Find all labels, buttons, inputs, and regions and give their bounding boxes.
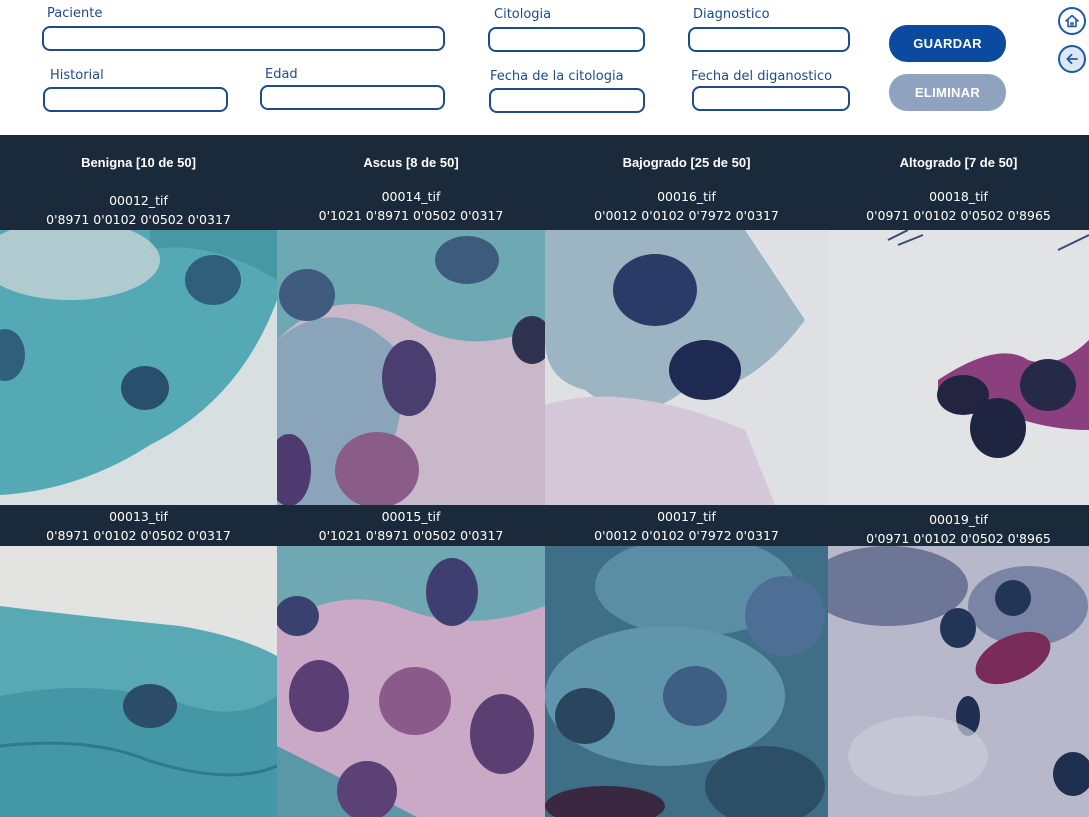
home-icon [1065, 14, 1079, 28]
cytology-image[interactable] [0, 230, 277, 505]
image-id: 00013_tif [109, 509, 168, 524]
image-scores: 0'8971 0'0102 0'0502 0'0317 [46, 212, 231, 227]
historial-label: Historial [50, 68, 104, 83]
fecha-citologia-label: Fecha de la citologia [490, 69, 624, 84]
image-caption: 00018_tif 0'0971 0'0102 0'0502 0'8965 [828, 187, 1089, 225]
fecha-diagnostico-input[interactable] [692, 86, 850, 111]
save-button[interactable]: GUARDAR [889, 25, 1006, 62]
citologia-input[interactable] [488, 27, 645, 52]
fecha-diagnostico-label: Fecha del diganostico [691, 69, 833, 84]
image-scores: 0'0971 0'0102 0'0502 0'8965 [866, 208, 1051, 223]
image-caption: 00015_tif 0'1021 0'8971 0'0502 0'0317 [277, 507, 545, 545]
image-id: 00019_tif [929, 512, 988, 527]
citologia-label: Citologia [494, 7, 552, 22]
results-grid: Benigna [10 de 50] Ascus [8 de 50] Bajog… [0, 135, 1089, 817]
diagnostico-label: Diagnostico [693, 7, 770, 22]
image-id: 00015_tif [381, 509, 441, 524]
column-header-ascus: Ascus [8 de 50] [363, 155, 459, 170]
edad-input[interactable] [260, 85, 445, 110]
image-scores: 0'8971 0'0102 0'0502 0'0317 [46, 528, 231, 543]
patient-form: Paciente Citologia Diagnostico Historial… [0, 0, 1089, 135]
column-header-bajogrado: Bajogrado [25 de 50] [622, 155, 751, 170]
image-scores: 0'1021 0'8971 0'0502 0'0317 [318, 528, 504, 543]
edad-label: Edad [265, 67, 298, 82]
cytology-image[interactable] [545, 546, 828, 817]
image-id: 00017_tif [657, 509, 716, 524]
delete-button[interactable]: ELIMINAR [889, 74, 1006, 111]
image-caption: 00016_tif 0'0012 0'0102 0'7972 0'0317 [545, 187, 828, 225]
image-scores: 0'0012 0'0102 0'7972 0'0317 [594, 528, 779, 543]
cytology-image[interactable] [0, 546, 277, 817]
image-caption: 00019_tif 0'0971 0'0102 0'0502 0'8965 [828, 510, 1089, 548]
cytology-image[interactable] [277, 230, 545, 505]
paciente-label: Paciente [47, 6, 103, 21]
paciente-input[interactable] [42, 26, 445, 51]
image-id: 00012_tif [109, 193, 168, 208]
image-scores: 0'1021 0'8971 0'0502 0'0317 [318, 208, 504, 223]
column-header-benigna: Benigna [10 de 50] [81, 155, 196, 170]
image-caption: 00017_tif 0'0012 0'0102 0'7972 0'0317 [545, 507, 828, 545]
cytology-image[interactable] [828, 546, 1089, 817]
column-header-altogrado: Altogrado [7 de 50] [899, 155, 1018, 170]
image-caption: 00013_tif 0'8971 0'0102 0'0502 0'0317 [0, 507, 277, 545]
home-button[interactable] [1058, 7, 1086, 35]
image-id: 00014_tif [381, 189, 441, 204]
arrow-left-icon [1066, 53, 1078, 65]
cytology-image[interactable] [828, 230, 1089, 505]
image-caption: 00014_tif 0'1021 0'8971 0'0502 0'0317 [277, 187, 545, 225]
historial-input[interactable] [43, 87, 228, 112]
image-scores: 0'0012 0'0102 0'7972 0'0317 [594, 208, 779, 223]
image-id: 00018_tif [929, 189, 988, 204]
fecha-citologia-input[interactable] [489, 88, 645, 113]
cytology-image[interactable] [277, 546, 545, 817]
cytology-image[interactable] [545, 230, 828, 505]
back-button[interactable] [1058, 45, 1086, 73]
image-caption: 00012_tif 0'8971 0'0102 0'0502 0'0317 [0, 191, 277, 229]
diagnostico-input[interactable] [688, 27, 850, 52]
image-id: 00016_tif [657, 189, 716, 204]
